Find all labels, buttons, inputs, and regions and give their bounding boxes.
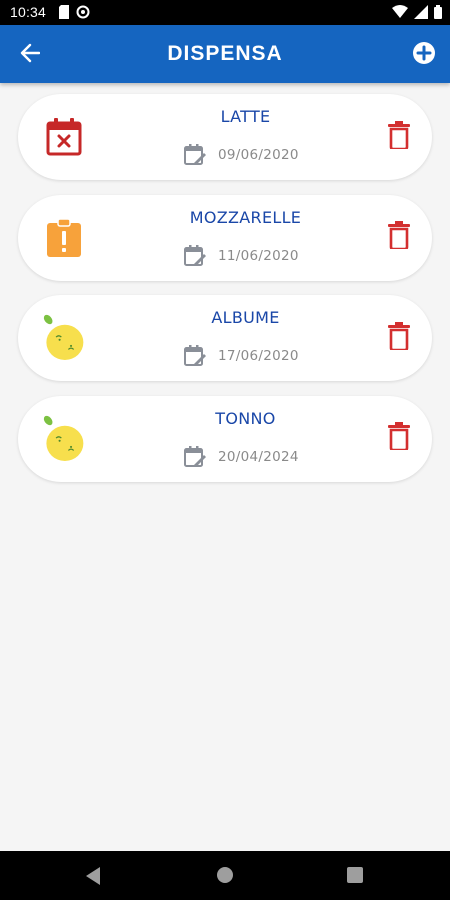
trash-icon	[388, 422, 410, 455]
calendar-edit-icon	[183, 344, 207, 368]
fresh-lemon-icon	[42, 314, 86, 361]
page-title: DISPENSA	[167, 42, 283, 65]
trash-icon	[388, 321, 410, 355]
list-item[interactable]: TONNO 20/04/2024	[18, 395, 432, 482]
item-date: 17/06/2020	[218, 348, 299, 364]
item-date-row: 20/04/2024	[183, 445, 299, 469]
item-date: 20/04/2024	[218, 448, 299, 465]
item-name: TONNO	[215, 408, 276, 428]
delete-button[interactable]	[386, 321, 412, 355]
delete-button[interactable]	[386, 120, 412, 154]
list-item[interactable]: LATTE 09/06/2020	[18, 94, 432, 180]
list-item[interactable]: ALBUME 17/06/2020	[18, 295, 432, 381]
expired-calendar-icon	[42, 114, 86, 160]
status-bar: 10:34	[0, 0, 450, 25]
nav-back-icon[interactable]	[84, 866, 102, 891]
wifi-icon	[392, 5, 408, 24]
calendar-edit-icon	[183, 445, 207, 469]
list-item[interactable]: MOZZARELLE 11/06/2020	[18, 194, 432, 281]
item-name: ALBUME	[211, 308, 280, 327]
nav-home-icon[interactable]	[217, 867, 233, 883]
item-date-row: 11/06/2020	[183, 244, 299, 268]
status-right-icons	[392, 5, 442, 24]
item-date: 11/06/2020	[218, 247, 299, 264]
delete-button[interactable]	[386, 221, 412, 254]
item-name: MOZZARELLE	[189, 207, 302, 227]
calendar-edit-icon	[183, 143, 207, 167]
warning-clipboard-icon	[42, 215, 86, 261]
signal-icon	[414, 5, 428, 24]
app-bar: DISPENSA	[0, 25, 450, 83]
system-nav-bar	[0, 851, 450, 900]
status-time: 10:34	[10, 4, 47, 20]
pantry-list: LATTE 09/06/2020 MOZZARELLE 11/06/2020 A…	[18, 94, 432, 496]
sd-card-icon	[58, 5, 70, 24]
add-circle-icon	[412, 41, 436, 70]
trash-icon	[388, 120, 410, 154]
calendar-edit-icon	[183, 244, 207, 268]
status-left-icons	[58, 5, 90, 24]
item-date: 09/06/2020	[218, 147, 299, 163]
item-date-row: 09/06/2020	[183, 143, 299, 167]
battery-icon	[434, 5, 442, 24]
fresh-lemon-icon	[42, 415, 86, 462]
delete-button[interactable]	[386, 422, 412, 455]
item-name: LATTE	[220, 107, 271, 126]
add-item-button[interactable]	[410, 41, 438, 69]
nav-recents-icon[interactable]	[347, 867, 363, 883]
data-saver-icon	[76, 5, 90, 24]
trash-icon	[388, 221, 410, 254]
item-date-row: 17/06/2020	[183, 344, 299, 368]
